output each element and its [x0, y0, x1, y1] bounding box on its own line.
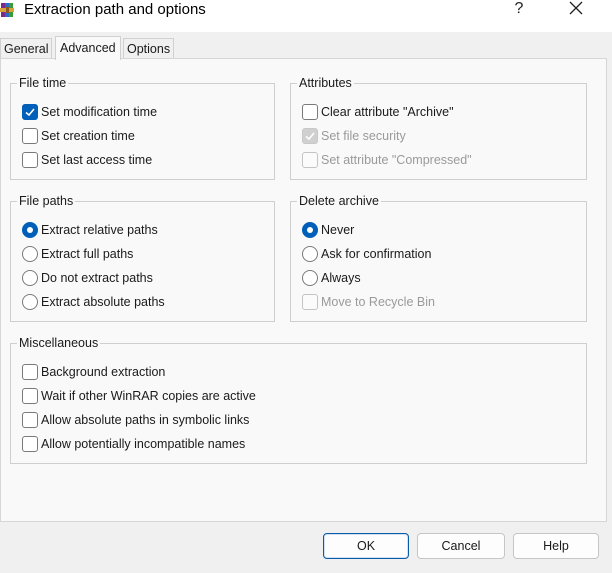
miscellaneous-label: Miscellaneous — [17, 335, 101, 351]
advanced-panel: File time Set modification time Set crea… — [0, 58, 607, 522]
set-modification-time-checkbox[interactable]: Set modification time — [22, 103, 157, 121]
dialog-footer: OK Cancel Help — [0, 522, 612, 573]
miscellaneous-group: Miscellaneous Background extraction Wait… — [10, 335, 587, 464]
radio-label: Ask for confirmation — [321, 247, 432, 261]
radio-unselected — [22, 294, 38, 310]
checkbox-unchecked — [22, 388, 38, 404]
checkbox-unchecked-disabled — [302, 294, 318, 310]
checkbox-unchecked — [22, 436, 38, 452]
clear-archive-attribute-checkbox[interactable]: Clear attribute "Archive" — [302, 103, 454, 121]
ok-button[interactable]: OK — [323, 533, 409, 559]
checkbox-label: Set attribute "Compressed" — [321, 153, 472, 167]
checkbox-unchecked — [22, 152, 38, 168]
radio-selected — [302, 222, 318, 238]
radio-label: Extract absolute paths — [41, 295, 165, 309]
allow-incompatible-names-checkbox[interactable]: Allow potentially incompatible names — [22, 435, 245, 453]
checkbox-unchecked — [22, 128, 38, 144]
radio-label: Always — [321, 271, 361, 285]
checkmark-icon — [25, 108, 35, 117]
checkbox-checked-disabled — [302, 128, 318, 144]
file-time-group: File time Set modification time Set crea… — [10, 75, 275, 180]
radio-unselected — [22, 270, 38, 286]
allow-absolute-symlinks-checkbox[interactable]: Allow absolute paths in symbolic links — [22, 411, 249, 429]
checkbox-unchecked — [22, 364, 38, 380]
attributes-label: Attributes — [297, 75, 354, 91]
checkbox-unchecked — [22, 412, 38, 428]
move-to-recycle-bin-checkbox: Move to Recycle Bin — [302, 293, 435, 311]
checkbox-unchecked-disabled — [302, 152, 318, 168]
title-help-button[interactable]: ? — [506, 0, 532, 20]
radio-label: Extract relative paths — [41, 223, 158, 237]
wait-other-copies-checkbox[interactable]: Wait if other WinRAR copies are active — [22, 387, 256, 405]
checkbox-label: Set creation time — [41, 129, 135, 143]
tab-general[interactable]: General — [0, 38, 53, 58]
extract-absolute-paths-radio[interactable]: Extract absolute paths — [22, 293, 165, 311]
window-title: Extraction path and options — [24, 1, 206, 18]
delete-archive-label: Delete archive — [297, 193, 381, 209]
title-bar: Extraction path and options ? — [0, 0, 612, 32]
checkbox-label: Move to Recycle Bin — [321, 295, 435, 309]
checkbox-label: Set modification time — [41, 105, 158, 119]
winrar-icon — [0, 3, 14, 17]
file-paths-group: File paths Extract relative paths Extrac… — [10, 193, 275, 322]
checkbox-label: Allow potentially incompatible names — [41, 437, 246, 451]
delete-archive-group: Delete archive Never Ask for confirmatio… — [290, 193, 587, 322]
checkbox-label: Set file security — [321, 129, 406, 143]
do-not-extract-paths-radio[interactable]: Do not extract paths — [22, 269, 153, 287]
checkbox-label: Clear attribute "Archive" — [321, 105, 454, 119]
radio-unselected — [302, 246, 318, 262]
radio-label: Extract full paths — [41, 247, 134, 261]
delete-never-radio[interactable]: Never — [302, 221, 354, 239]
checkbox-label: Wait if other WinRAR copies are active — [41, 389, 256, 403]
checkbox-unchecked — [302, 104, 318, 120]
tab-strip: General Advanced Options — [0, 36, 612, 60]
radio-unselected — [22, 246, 38, 262]
set-creation-time-checkbox[interactable]: Set creation time — [22, 127, 135, 145]
set-file-security-checkbox: Set file security — [302, 127, 406, 145]
radio-selected — [22, 222, 38, 238]
file-paths-label: File paths — [17, 193, 76, 209]
tab-advanced[interactable]: Advanced — [55, 36, 121, 60]
file-time-label: File time — [17, 75, 69, 91]
radio-unselected — [302, 270, 318, 286]
tab-options[interactable]: Options — [123, 38, 175, 58]
attributes-group: Attributes Clear attribute "Archive" Set… — [290, 75, 587, 180]
delete-ask-confirmation-radio[interactable]: Ask for confirmation — [302, 245, 431, 263]
radio-label: Never — [321, 223, 355, 237]
checkbox-label: Set last access time — [41, 153, 153, 167]
delete-always-radio[interactable]: Always — [302, 269, 361, 287]
set-last-access-time-checkbox[interactable]: Set last access time — [22, 151, 152, 169]
close-button[interactable] — [563, 0, 589, 18]
checkbox-label: Allow absolute paths in symbolic links — [41, 413, 250, 427]
cancel-button[interactable]: Cancel — [417, 533, 505, 559]
close-icon — [569, 1, 583, 15]
checkbox-label: Background extraction — [41, 365, 166, 379]
background-extraction-checkbox[interactable]: Background extraction — [22, 363, 165, 381]
checkbox-checked — [22, 104, 38, 120]
set-compressed-attribute-checkbox: Set attribute "Compressed" — [302, 151, 472, 169]
help-button[interactable]: Help — [513, 533, 599, 559]
radio-label: Do not extract paths — [41, 271, 153, 285]
extract-full-paths-radio[interactable]: Extract full paths — [22, 245, 133, 263]
checkmark-icon — [305, 132, 315, 141]
extract-relative-paths-radio[interactable]: Extract relative paths — [22, 221, 158, 239]
